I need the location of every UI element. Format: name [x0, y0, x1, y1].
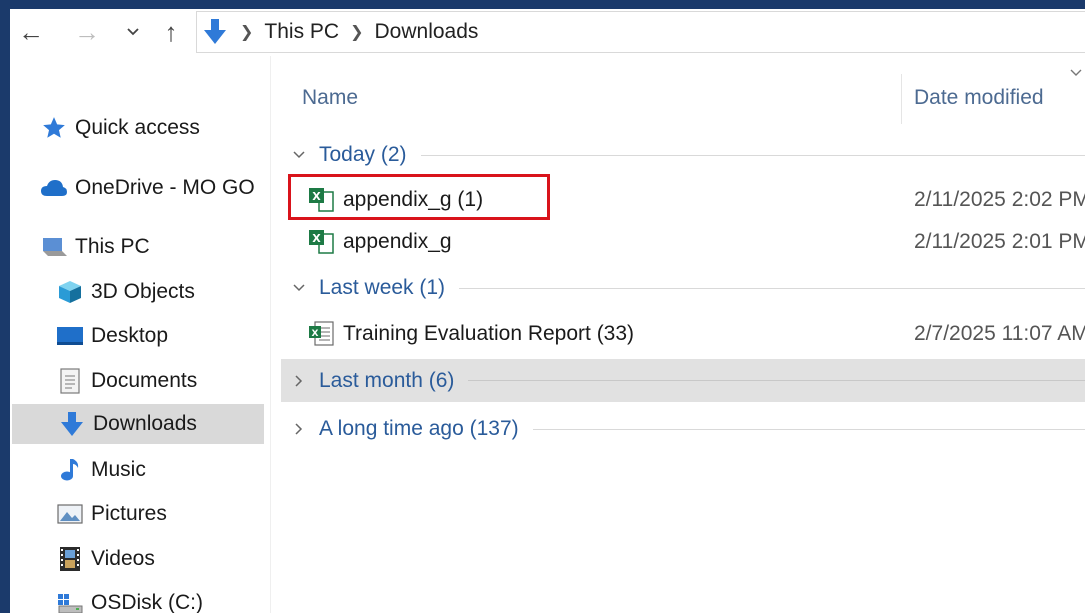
file-date: 2/11/2025 2:02 PM — [914, 188, 1085, 211]
nav-item-downloads[interactable]: Downloads — [12, 404, 264, 444]
nav-item-label: Documents — [91, 369, 198, 392]
group-label: Last week (1) — [319, 276, 446, 299]
drive-icon — [56, 589, 84, 613]
chevron-down-icon — [287, 143, 311, 167]
excel-file-icon: X — [309, 230, 334, 254]
forward-button[interactable]: → — [70, 15, 104, 49]
nav-item-documents[interactable]: Documents — [10, 361, 265, 401]
nav-item-label: Downloads — [93, 412, 197, 435]
music-note-icon — [56, 456, 84, 484]
group-header-long-ago[interactable]: A long time ago (137) — [281, 409, 1085, 449]
nav-item-osdisk[interactable]: OSDisk (C:) — [10, 583, 265, 613]
column-header-name[interactable]: Name — [302, 86, 358, 110]
group-divider — [532, 428, 1085, 430]
recent-locations-button[interactable] — [120, 15, 146, 49]
nav-item-label: OneDrive - MO GO — [75, 176, 255, 199]
nav-item-this-pc[interactable]: This PC — [10, 227, 265, 267]
breadcrumb-downloads[interactable]: Downloads — [375, 20, 479, 44]
svg-text:X: X — [312, 190, 321, 203]
nav-item-label: 3D Objects — [91, 280, 195, 303]
computer-icon — [40, 233, 68, 261]
nav-item-3d-objects[interactable]: 3D Objects — [10, 272, 265, 312]
svg-text:X: X — [312, 329, 319, 339]
file-name: appendix_g (1) — [343, 188, 484, 211]
chevron-right-icon — [287, 369, 311, 393]
nav-item-desktop[interactable]: Desktop — [10, 316, 265, 356]
file-row[interactable]: X appendix_g 2/11/2025 2:01 PM — [281, 222, 1085, 262]
svg-text:X: X — [312, 232, 321, 245]
file-date: 2/7/2025 11:07 AM — [914, 322, 1085, 345]
document-icon — [56, 367, 84, 395]
group-divider — [468, 380, 1085, 381]
navigation-pane: Quick access OneDrive - MO GO This PC 3D… — [10, 56, 272, 613]
cloud-icon — [40, 174, 68, 202]
star-icon — [40, 114, 68, 142]
up-arrow-icon: ↑ — [164, 16, 178, 47]
forward-arrow-icon: → — [74, 16, 100, 47]
nav-item-label: OSDisk (C:) — [91, 591, 203, 613]
nav-item-music[interactable]: Music — [10, 450, 265, 490]
desktop-icon — [56, 322, 84, 350]
nav-item-label: This PC — [75, 235, 150, 258]
nav-item-label: Music — [91, 458, 146, 481]
column-header-row: Name Date modified — [272, 56, 1085, 128]
group-header-today[interactable]: Today (2) — [281, 135, 1085, 175]
excel-csv-icon: X — [309, 321, 334, 346]
group-label: Last month (6) — [319, 368, 455, 392]
pictures-icon — [56, 500, 84, 528]
nav-item-label: Videos — [91, 547, 155, 570]
chevron-right-icon — [287, 417, 311, 441]
nav-item-videos[interactable]: Videos — [10, 539, 265, 579]
pane-splitter[interactable] — [270, 56, 271, 613]
nav-item-onedrive[interactable]: OneDrive - MO GO — [10, 168, 265, 208]
downloads-icon — [58, 410, 86, 438]
file-row[interactable]: X appendix_g (1) 2/11/2025 2:02 PM — [281, 180, 1085, 220]
back-arrow-icon: ← — [18, 16, 44, 47]
cube-icon — [56, 278, 84, 306]
breadcrumb-separator-icon[interactable]: ❯ — [350, 22, 363, 42]
nav-item-pictures[interactable]: Pictures — [10, 494, 265, 534]
address-bar[interactable]: ❯ This PC ❯ Downloads — [196, 11, 1085, 53]
address-toolbar: ← → ↑ ❯ This PC ❯ Downloads — [10, 9, 1085, 56]
file-name: appendix_g — [343, 230, 452, 253]
chevron-down-icon — [287, 276, 311, 300]
group-divider — [459, 287, 1085, 289]
group-header-last-month[interactable]: Last month (6) — [281, 359, 1085, 402]
column-header-date-modified[interactable]: Date modified — [914, 86, 1044, 110]
breadcrumb-separator-icon[interactable]: ❯ — [240, 22, 253, 42]
group-header-last-week[interactable]: Last week (1) — [281, 268, 1085, 308]
chevron-down-icon — [127, 28, 139, 36]
back-button[interactable]: ← — [14, 15, 48, 49]
file-explorer-window: ← → ↑ ❯ This PC ❯ Downloads Quick access — [10, 9, 1085, 613]
sort-chevron-icon — [1070, 69, 1082, 76]
downloads-icon — [203, 17, 229, 47]
breadcrumb-this-pc[interactable]: This PC — [264, 20, 339, 44]
nav-item-label: Pictures — [91, 502, 167, 525]
file-date: 2/11/2025 2:01 PM — [914, 230, 1085, 253]
group-divider — [420, 154, 1085, 156]
file-name: Training Evaluation Report (33) — [343, 322, 635, 345]
nav-item-quick-access[interactable]: Quick access — [10, 108, 265, 148]
excel-file-icon: X — [309, 188, 334, 212]
group-label: Today (2) — [319, 143, 407, 166]
nav-item-label: Quick access — [75, 116, 200, 139]
film-icon — [56, 545, 84, 573]
up-button[interactable]: ↑ — [156, 15, 186, 49]
nav-item-label: Desktop — [91, 324, 169, 347]
file-row[interactable]: X Training Evaluation Report (33) 2/7/20… — [281, 314, 1085, 354]
column-divider[interactable] — [901, 74, 902, 124]
file-list-pane: Name Date modified Today (2) X appendix_… — [272, 56, 1085, 613]
group-label: A long time ago (137) — [319, 417, 519, 440]
